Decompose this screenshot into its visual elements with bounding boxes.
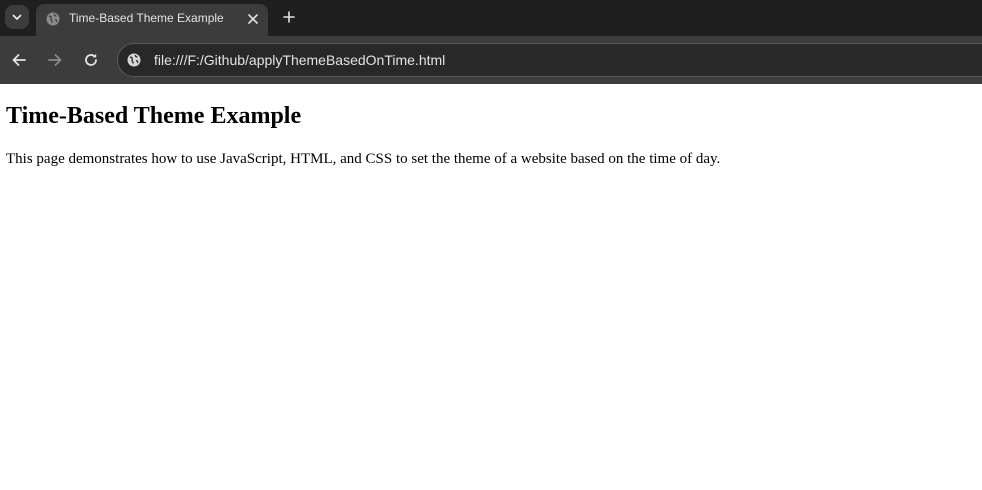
browser-window: Time-Based Theme Example file:///F:/Gith… — [0, 0, 982, 490]
new-tab-button[interactable] — [278, 6, 300, 28]
globe-icon — [127, 53, 141, 67]
page-content: Time-Based Theme Example This page demon… — [0, 84, 982, 490]
reload-button[interactable] — [81, 50, 101, 70]
page-heading: Time-Based Theme Example — [6, 103, 302, 129]
tab-active[interactable]: Time-Based Theme Example — [36, 4, 268, 36]
toolbar: file:///F:/Github/applyThemeBasedOnTime.… — [0, 36, 982, 84]
tab-close-button[interactable] — [245, 11, 261, 27]
back-button[interactable] — [9, 50, 29, 70]
reload-icon — [85, 53, 97, 66]
url-text[interactable]: file:///F:/Github/applyThemeBasedOnTime.… — [154, 52, 445, 68]
site-info-button[interactable] — [126, 52, 142, 68]
globe-icon — [46, 12, 60, 26]
tab-search-button[interactable] — [5, 5, 29, 29]
close-icon — [248, 14, 258, 24]
page-paragraph: This page demonstrates how to use JavaSc… — [6, 151, 721, 167]
address-bar[interactable]: file:///F:/Github/applyThemeBasedOnTime.… — [117, 43, 982, 77]
arrow-right-icon — [48, 54, 62, 66]
tab-title: Time-Based Theme Example — [69, 11, 224, 25]
tab-strip: Time-Based Theme Example — [0, 0, 982, 36]
chevron-down-icon — [12, 14, 22, 20]
arrow-left-icon — [12, 54, 26, 66]
forward-button[interactable] — [45, 50, 65, 70]
plus-icon — [283, 11, 295, 23]
